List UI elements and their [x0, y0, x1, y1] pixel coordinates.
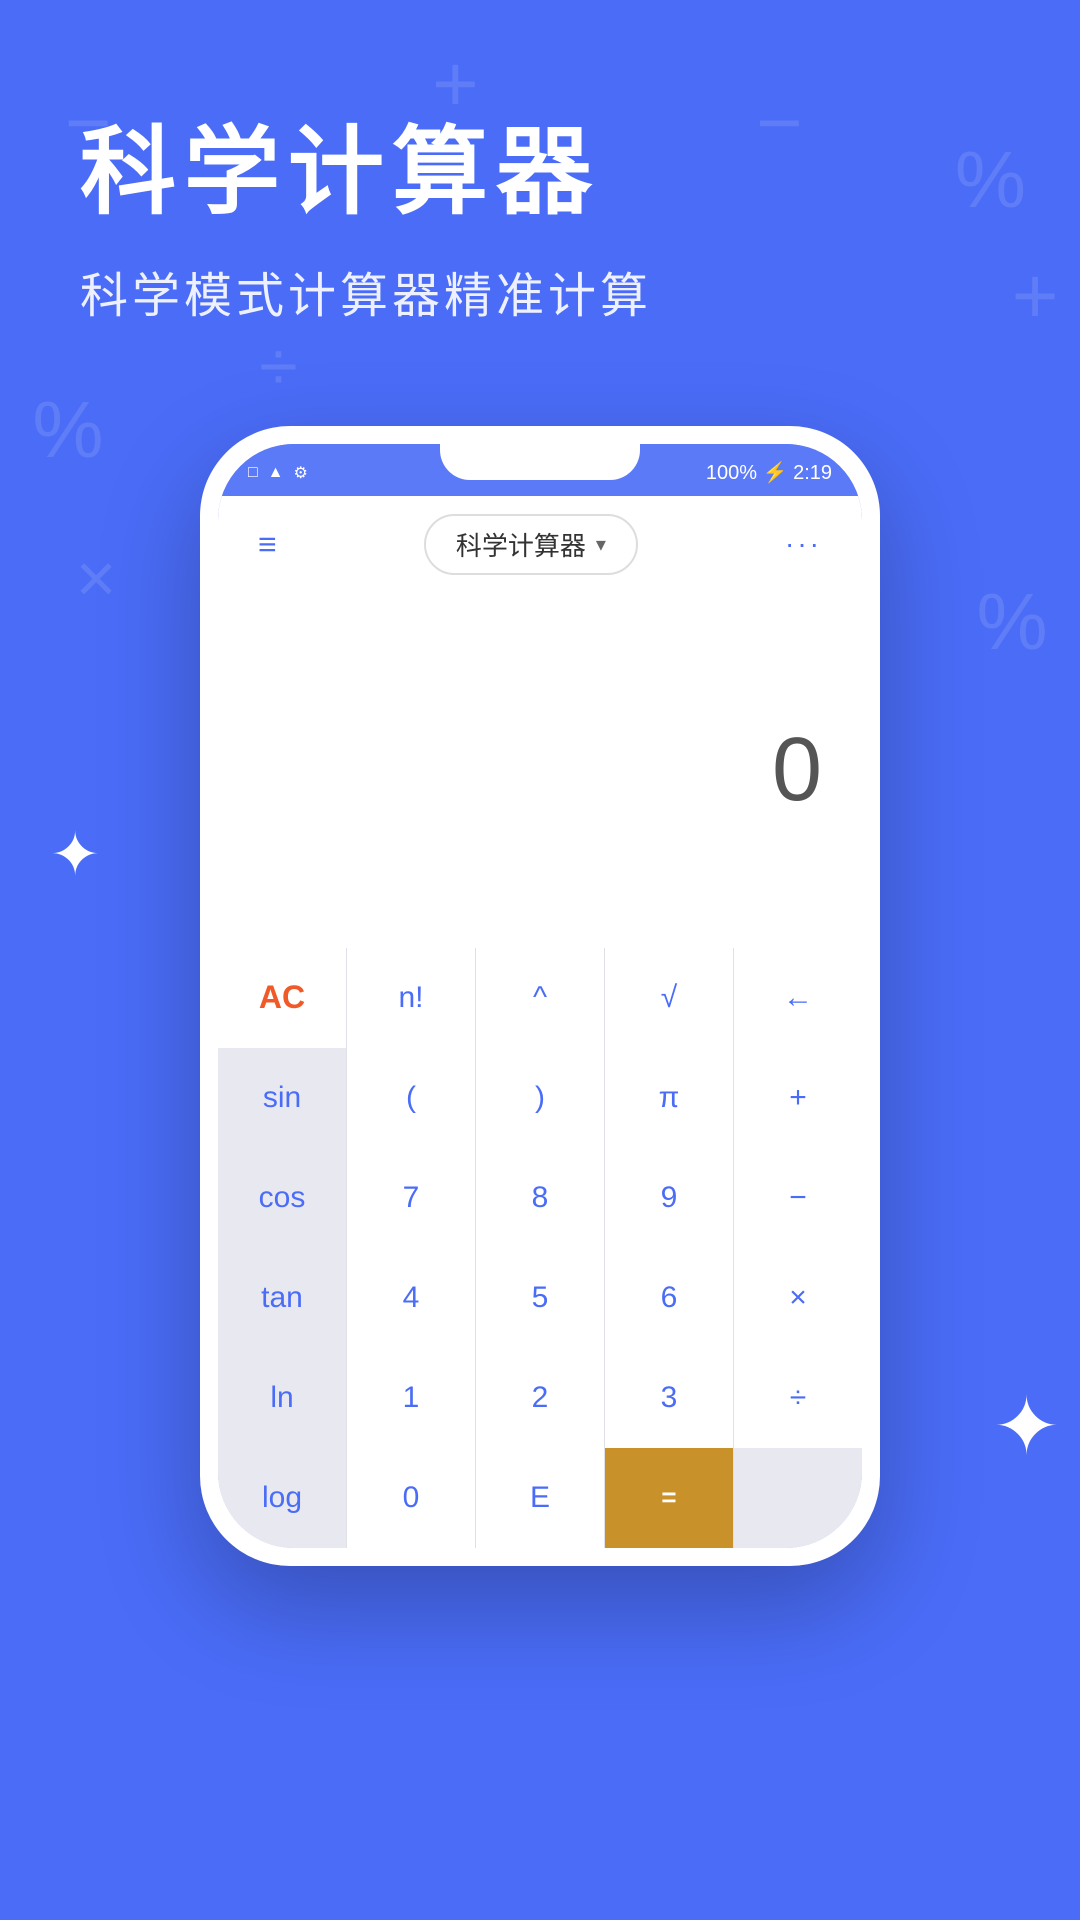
status-signal-icon: ⚙: [294, 463, 308, 483]
key-3[interactable]: 3: [605, 1348, 733, 1448]
key-equals[interactable]: =: [605, 1448, 733, 1548]
key-row-3: cos 7 8 9 −: [218, 1148, 862, 1248]
key-backspace[interactable]: ←: [734, 948, 862, 1048]
app-header: ≡ 科学计算器 ▾ ···: [218, 496, 862, 593]
main-content: 科学计算器 科学模式计算器精准计算 □ ▲ ⚙ 100% ⚡ 2:19: [0, 0, 1080, 1920]
key-divide[interactable]: ÷: [734, 1348, 862, 1448]
phone-outer-frame: □ ▲ ⚙ 100% ⚡ 2:19 ≡ 科学计算器 ▾ ···: [200, 426, 880, 1566]
key-log[interactable]: log: [218, 1448, 346, 1548]
key-open-paren[interactable]: (: [347, 1048, 475, 1148]
phone-notch: [440, 444, 640, 480]
key-tan[interactable]: tan: [218, 1248, 346, 1348]
key-sin[interactable]: sin: [218, 1048, 346, 1148]
title-section: 科学计算器 科学模式计算器精准计算: [0, 0, 1080, 386]
status-left-icons: □ ▲ ⚙: [248, 463, 308, 483]
battery-text: 100% ⚡ 2:19: [706, 460, 832, 485]
more-options-button[interactable]: ···: [785, 528, 822, 560]
app-subtitle: 科学模式计算器精准计算: [80, 256, 1000, 326]
key-row-6: log 0 E =: [218, 1448, 862, 1548]
status-sim-icon: □: [248, 464, 258, 482]
key-ln[interactable]: ln: [218, 1348, 346, 1448]
menu-button[interactable]: ≡: [258, 528, 277, 560]
key-minus[interactable]: −: [734, 1148, 862, 1248]
key-8[interactable]: 8: [476, 1148, 604, 1248]
key-4[interactable]: 4: [347, 1248, 475, 1348]
status-right-info: 100% ⚡ 2:19: [706, 460, 832, 485]
key-factorial[interactable]: n!: [347, 948, 475, 1048]
key-9[interactable]: 9: [605, 1148, 733, 1248]
app-title: 科学计算器: [80, 120, 1000, 226]
key-7[interactable]: 7: [347, 1148, 475, 1248]
key-5[interactable]: 5: [476, 1248, 604, 1348]
key-row-4: tan 4 5 6 ×: [218, 1248, 862, 1348]
key-sqrt[interactable]: √: [605, 948, 733, 1048]
calculator-keyboard: AC n! ^ √ ← sin ( ) π +: [218, 948, 862, 1548]
key-row-2: sin ( ) π +: [218, 1048, 862, 1148]
key-cos[interactable]: cos: [218, 1148, 346, 1248]
key-power[interactable]: ^: [476, 948, 604, 1048]
phone-mockup: □ ▲ ⚙ 100% ⚡ 2:19 ≡ 科学计算器 ▾ ···: [200, 426, 880, 1566]
phone-screen: □ ▲ ⚙ 100% ⚡ 2:19 ≡ 科学计算器 ▾ ···: [218, 444, 862, 1548]
key-multiply[interactable]: ×: [734, 1248, 862, 1348]
dropdown-arrow-icon: ▾: [596, 532, 606, 557]
key-6[interactable]: 6: [605, 1248, 733, 1348]
title-dropdown[interactable]: 科学计算器 ▾: [424, 514, 638, 575]
display-value: 0: [772, 719, 822, 822]
key-plus[interactable]: +: [734, 1048, 862, 1148]
decoration-star-left: ✦: [50, 820, 100, 890]
header-title-text: 科学计算器: [456, 526, 586, 563]
key-close-paren[interactable]: ): [476, 1048, 604, 1148]
status-wifi-icon: ▲: [268, 464, 284, 482]
key-row-1: AC n! ^ √ ←: [218, 948, 862, 1048]
key-pi[interactable]: π: [605, 1048, 733, 1148]
key-1[interactable]: 1: [347, 1348, 475, 1448]
key-row-5: ln 1 2 3 ÷: [218, 1348, 862, 1448]
key-e[interactable]: E: [476, 1448, 604, 1548]
key-2[interactable]: 2: [476, 1348, 604, 1448]
key-ac[interactable]: AC: [218, 948, 346, 1048]
decoration-star-right: ✦: [993, 1380, 1060, 1473]
key-placeholder: [734, 1448, 862, 1548]
calculator-display: 0: [218, 593, 862, 948]
key-0[interactable]: 0: [347, 1448, 475, 1548]
